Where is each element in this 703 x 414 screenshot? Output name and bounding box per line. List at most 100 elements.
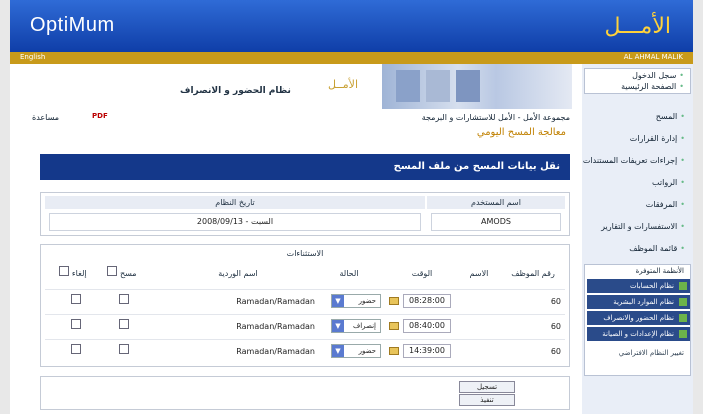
process-button[interactable]: تنفيذ: [459, 394, 515, 406]
chevron-down-icon: ▼: [332, 345, 344, 357]
section-title: نقل بيانات المسح من ملف المسح: [393, 161, 560, 172]
page-title: معالجة المسح اليومي: [476, 127, 566, 138]
photo-tile: [396, 70, 420, 102]
time-field[interactable]: 14:39:00: [403, 344, 451, 358]
actions-box: تسجيل تنفيذ: [40, 376, 570, 410]
english-link[interactable]: English: [20, 53, 45, 61]
breadcrumb: مجموعة الأمل - الأمل للاستشارات و البرمج…: [421, 113, 570, 122]
chevron-down-icon: ▼: [332, 295, 344, 307]
system-attendance[interactable]: نظام الحضور والانصراف: [587, 311, 690, 325]
settings-icon: [679, 330, 687, 338]
top-banner: OptiMum الأمـــل: [10, 0, 693, 52]
hero-header: نظام الحضور و الانصراف الأمــل: [10, 64, 578, 109]
cancel-checkbox-cell: [71, 294, 81, 310]
status-select[interactable]: ▼ إنصراف: [331, 319, 381, 333]
sidebar-link-login[interactable]: سجل الدخول: [632, 71, 684, 80]
info-box: اسم المستخدم تاريخ النظام AMODS 2008/09/…: [40, 192, 570, 236]
cancel-all-checkbox[interactable]: [59, 266, 70, 276]
brand-logo: OptiMum: [30, 14, 115, 36]
top-links-panel: سجل الدخول الصفحة الرئيسية: [584, 68, 691, 94]
photo-tile: [426, 70, 450, 102]
table-row: 60 08:28:00 ▼ حضور Ramadan/Ramadan: [45, 289, 565, 314]
system-label: نظام الحضور والانصراف: [603, 314, 674, 322]
system-date-label: تاريخ النظام: [45, 196, 425, 209]
status-select[interactable]: ▼ حضور: [331, 294, 381, 308]
system-accounts[interactable]: نظام الحسابات: [587, 279, 690, 293]
time-field[interactable]: 08:28:00: [403, 294, 451, 308]
sidebar-item-reports[interactable]: الاستفسارات و التقارير: [601, 222, 685, 231]
sidebar-item-decisions[interactable]: إدارة القرارات: [630, 134, 685, 143]
scan-all-checkbox[interactable]: [107, 266, 118, 276]
status-value: حضور: [358, 347, 376, 355]
shift-name: Ramadan/Ramadan: [236, 347, 315, 356]
scan-label: مسح: [119, 269, 137, 278]
sidebar-item-salaries[interactable]: الرواتب: [652, 178, 685, 187]
status-value: إنصراف: [352, 322, 376, 330]
system-date-field: 2008/09/13 - السبت: [49, 213, 421, 231]
sidebar-link-home[interactable]: الصفحة الرئيسية: [621, 82, 684, 91]
envelope-icon[interactable]: [389, 322, 399, 330]
cancel-checkbox-cell: [71, 319, 81, 335]
scan-checkbox-cell: [119, 294, 129, 310]
cancel-checkbox[interactable]: [71, 294, 81, 304]
sidebar-item-employee[interactable]: قائمة الموظف: [629, 244, 685, 253]
grid-caption: الاستثناءات: [286, 249, 324, 258]
language-strip: English AL AHMAL MALIK: [10, 52, 693, 64]
hr-icon: [679, 298, 687, 306]
status-select[interactable]: ▼ حضور: [331, 344, 381, 358]
col-header-shift: اسم الوردية: [218, 269, 258, 278]
col-header-status: الحالة: [339, 269, 359, 278]
photo-tile: [456, 70, 480, 102]
sidebar-item-documents[interactable]: إجراءات تعريفات المستندات: [583, 156, 685, 165]
emp-no: 60: [550, 347, 561, 356]
main-content: نظام الحضور و الانصراف الأمــل مساعدة PD…: [10, 64, 578, 414]
system-title: نظام الحضور و الانصراف: [180, 86, 291, 96]
sidebar: سجل الدخول الصفحة الرئيسية المسح إدارة ا…: [582, 64, 693, 414]
shift-name: Ramadan/Ramadan: [236, 322, 315, 331]
systems-header: الأنظمة المتوفرة: [635, 267, 684, 275]
save-button[interactable]: تسجيل: [459, 381, 515, 393]
scan-checkbox[interactable]: [119, 344, 129, 354]
emp-no: 60: [550, 297, 561, 306]
time-field[interactable]: 08:40:00: [403, 319, 451, 333]
col-header-emp: رقم الموظف: [511, 269, 555, 278]
col-header-cancel: إلغاء: [55, 261, 91, 287]
hero-photos: [382, 64, 572, 109]
arabic-logo: الأمـــل: [604, 14, 671, 39]
user-field: AMODS: [431, 213, 561, 231]
emp-no: 60: [550, 322, 561, 331]
scan-checkbox[interactable]: [119, 319, 129, 329]
scan-checkbox[interactable]: [119, 294, 129, 304]
accounts-icon: [679, 282, 687, 290]
shift-name: Ramadan/Ramadan: [236, 297, 315, 306]
sidebar-item-scan[interactable]: المسح: [656, 112, 685, 121]
chevron-down-icon: ▼: [332, 320, 344, 332]
user-label: اسم المستخدم: [427, 196, 565, 209]
cancel-label: إلغاء: [71, 269, 87, 278]
help-link[interactable]: مساعدة: [32, 113, 59, 122]
change-default-link[interactable]: تغيير النظام الافتراضي: [619, 349, 684, 357]
sidebar-item-attachments[interactable]: المرفقات: [646, 200, 685, 209]
pdf-icon[interactable]: PDF: [92, 112, 108, 120]
systems-panel: الأنظمة المتوفرة نظام الحسابات نظام المو…: [584, 264, 691, 376]
user-name: AL AHMAL MALIK: [623, 53, 683, 61]
col-header-name: الاسم: [469, 269, 489, 278]
scan-checkbox-cell: [119, 344, 129, 360]
table-row: 60 14:39:00 ▼ حضور Ramadan/Ramadan: [45, 339, 565, 364]
small-logo: الأمــل: [328, 78, 358, 91]
system-label: نظام الموارد البشرية: [613, 298, 674, 306]
status-value: حضور: [358, 297, 376, 305]
system-label: نظام الإعدادات و الصيانة: [602, 330, 674, 338]
cancel-checkbox[interactable]: [71, 344, 81, 354]
envelope-icon[interactable]: [389, 347, 399, 355]
col-header-scan: مسح: [107, 261, 137, 287]
col-header-time: الوقت: [411, 269, 433, 278]
system-settings[interactable]: نظام الإعدادات و الصيانة: [587, 327, 690, 341]
cancel-checkbox-cell: [71, 344, 81, 360]
envelope-icon[interactable]: [389, 297, 399, 305]
section-header: نقل بيانات المسح من ملف المسح: [40, 154, 570, 180]
scan-checkbox-cell: [119, 319, 129, 335]
cancel-checkbox[interactable]: [71, 319, 81, 329]
toolbar: مساعدة PDF مجموعة الأمل - الأمل للاستشار…: [10, 111, 578, 125]
system-hr[interactable]: نظام الموارد البشرية: [587, 295, 690, 309]
